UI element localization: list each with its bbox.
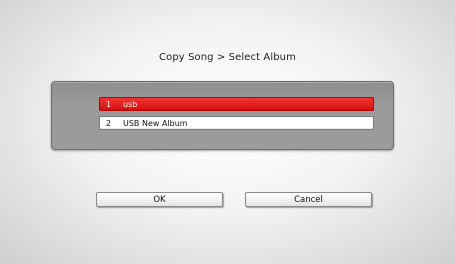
album-number: 1 xyxy=(106,100,112,109)
dialog-title: Copy Song > Select Album xyxy=(159,52,296,63)
album-item-usb[interactable]: 1 usb xyxy=(99,97,374,111)
album-name: usb xyxy=(123,100,138,109)
album-number: 2 xyxy=(106,119,112,128)
album-list-panel: 1 usb 2 USB New Album xyxy=(51,81,394,150)
copy-song-dialog: Copy Song > Select Album 1 usb 2 USB New… xyxy=(0,0,455,264)
album-item-usb-new-album[interactable]: 2 USB New Album xyxy=(99,116,374,130)
album-name: USB New Album xyxy=(123,119,188,128)
ok-button[interactable]: OK xyxy=(96,192,223,207)
album-list: 1 usb 2 USB New Album xyxy=(99,97,374,135)
cancel-button[interactable]: Cancel xyxy=(245,192,372,207)
